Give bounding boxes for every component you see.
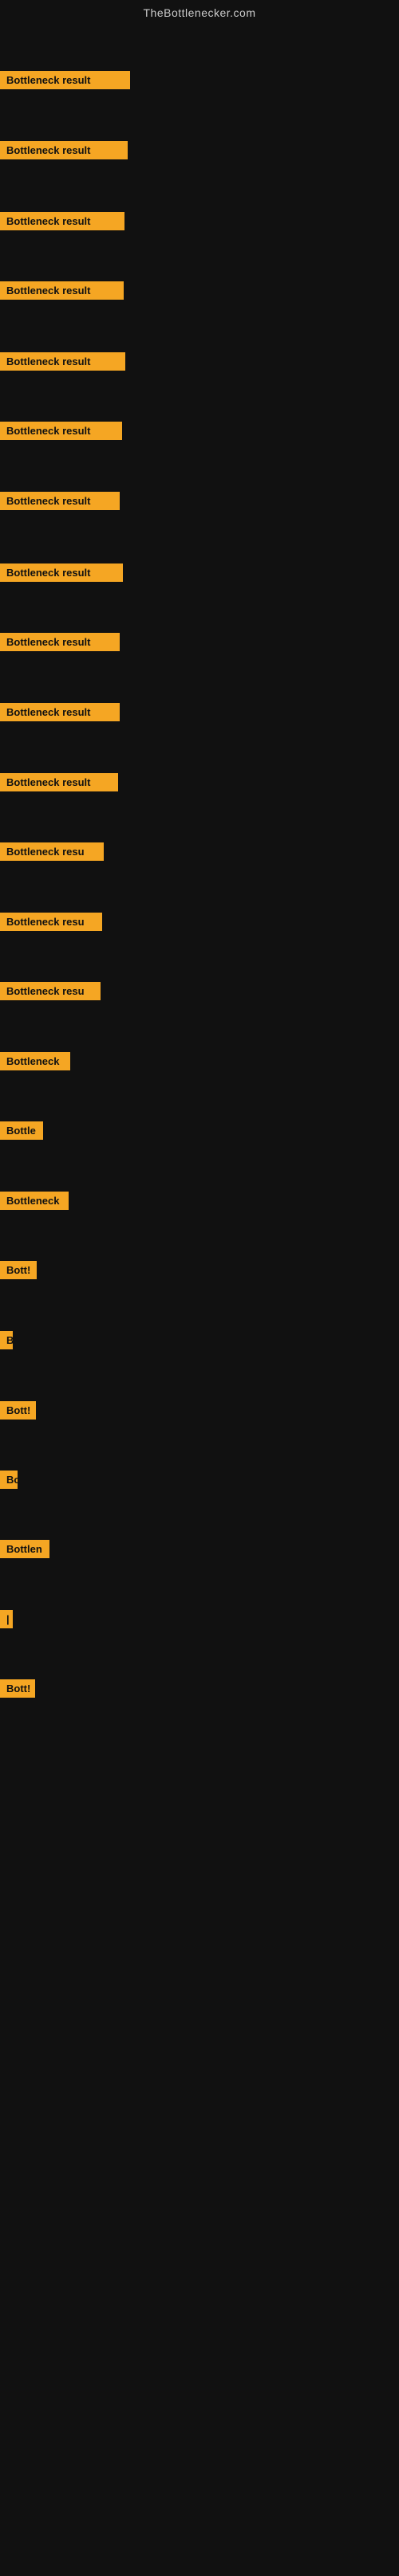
bottleneck-result-bar: Bottlen bbox=[0, 1540, 49, 1558]
bottleneck-result-bar: Bottleneck bbox=[0, 1052, 70, 1070]
bottleneck-result-bar: Bottleneck result bbox=[0, 773, 118, 791]
bottleneck-result-bar: | bbox=[0, 1610, 13, 1628]
bottleneck-result-bar: B bbox=[0, 1331, 13, 1349]
bottleneck-result-bar: Bottleneck result bbox=[0, 212, 124, 230]
bottleneck-result-bar: Bott! bbox=[0, 1679, 35, 1698]
bottleneck-result-bar: Bottleneck resu bbox=[0, 842, 104, 861]
bottleneck-result-bar: Bottleneck result bbox=[0, 352, 125, 371]
bottleneck-result-bar: Bottleneck result bbox=[0, 633, 120, 651]
bottleneck-result-bar: Bottleneck result bbox=[0, 703, 120, 721]
bottleneck-result-bar: Bottle bbox=[0, 1121, 43, 1140]
bottleneck-result-bar: Bottleneck bbox=[0, 1192, 69, 1210]
bottleneck-result-bar: Bottleneck result bbox=[0, 564, 123, 582]
bottleneck-result-bar: Bottleneck result bbox=[0, 71, 130, 89]
bottleneck-result-bar: Bottleneck result bbox=[0, 492, 120, 510]
bottleneck-result-bar: Bottleneck result bbox=[0, 422, 122, 440]
site-title: TheBottlenecker.com bbox=[0, 0, 399, 26]
bottleneck-result-bar: Bottleneck result bbox=[0, 141, 128, 159]
bottleneck-result-bar: Bo bbox=[0, 1471, 18, 1489]
bottleneck-result-bar: Bott! bbox=[0, 1401, 36, 1420]
bottleneck-result-bar: Bottleneck result bbox=[0, 281, 124, 300]
bottleneck-result-bar: Bottleneck resu bbox=[0, 913, 102, 931]
bottleneck-result-bar: Bottleneck resu bbox=[0, 982, 101, 1000]
bottleneck-result-bar: Bott! bbox=[0, 1261, 37, 1279]
